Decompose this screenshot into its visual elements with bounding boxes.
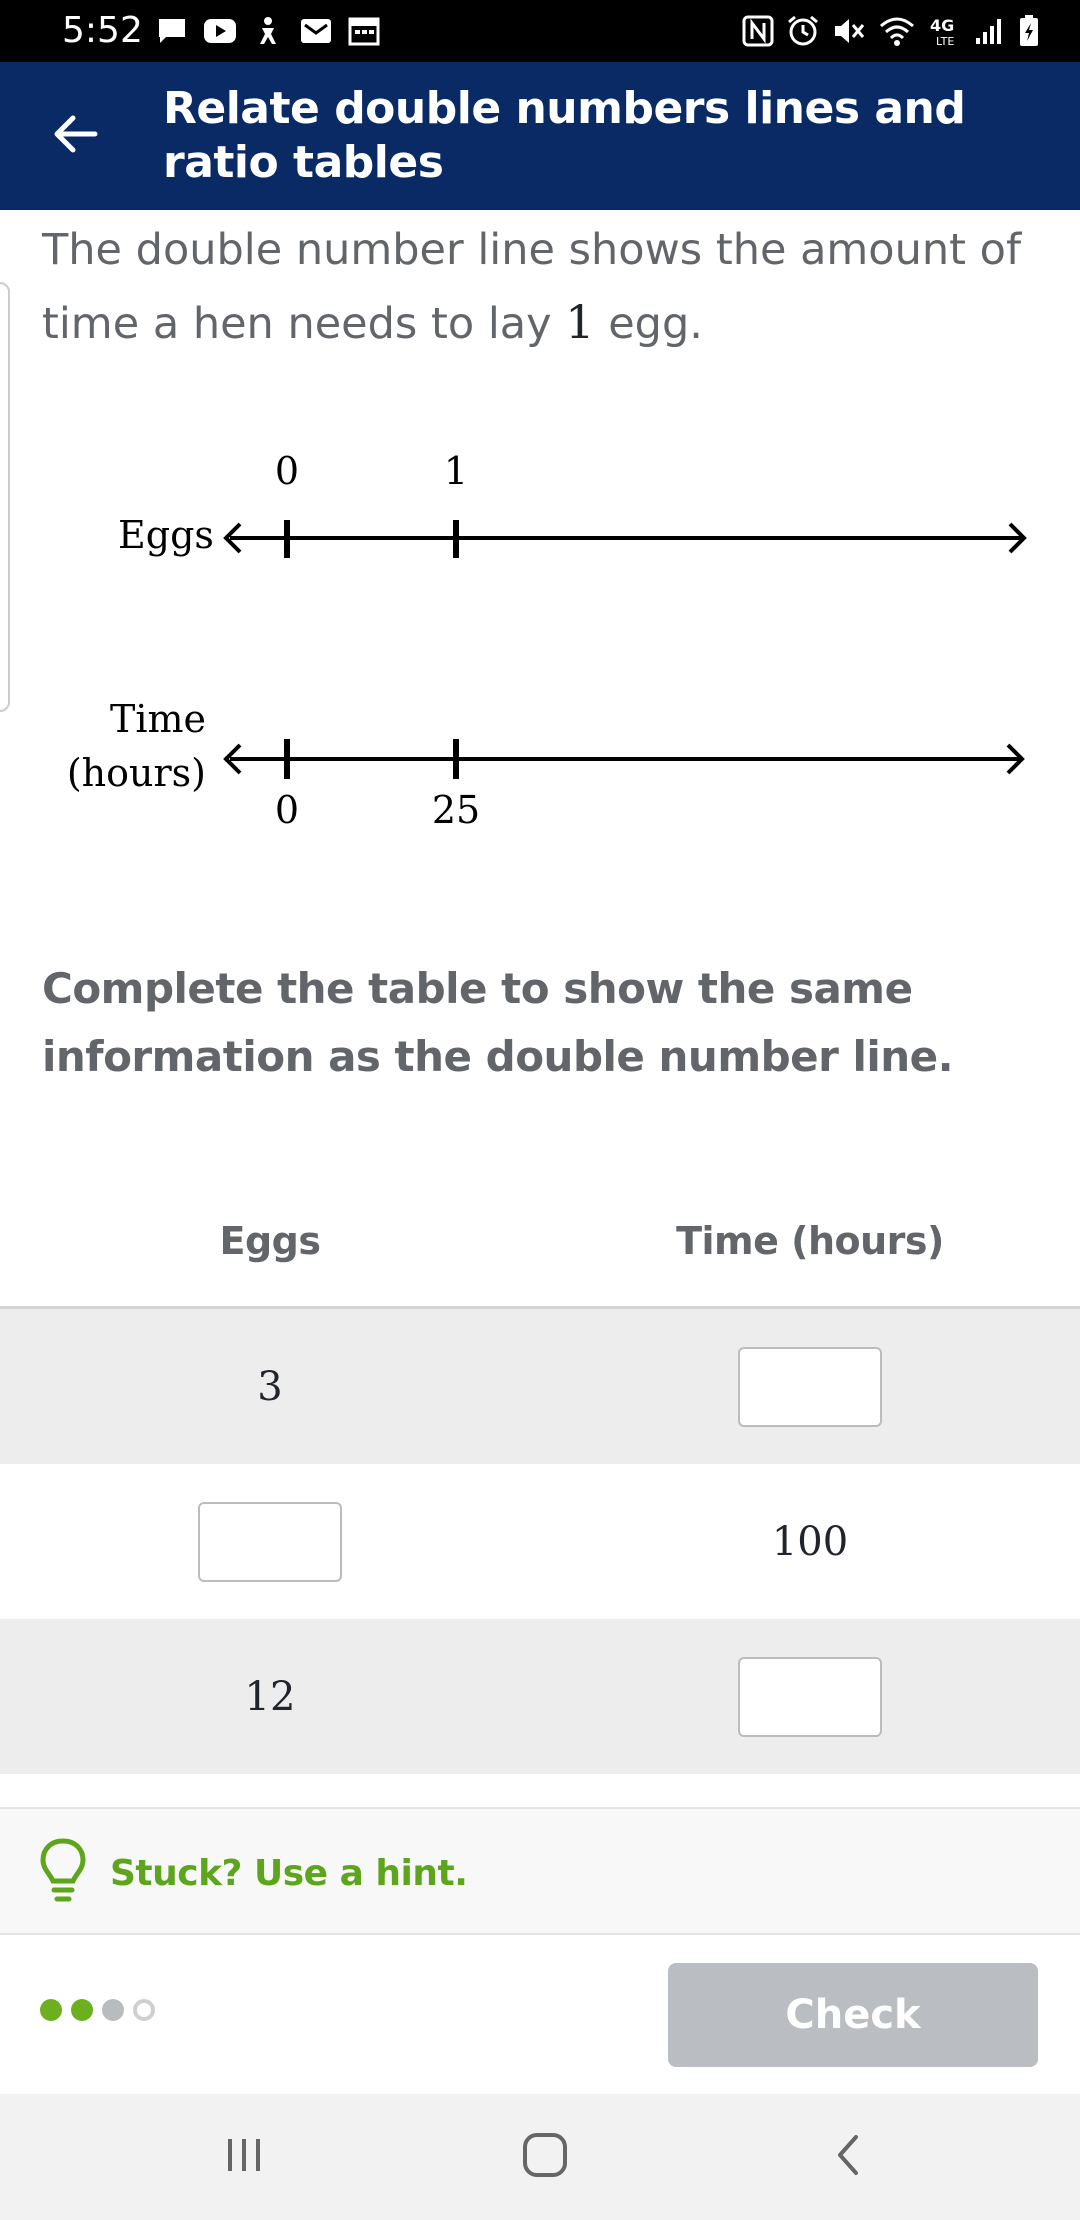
system-navigation-bar bbox=[0, 2094, 1080, 2220]
table-header: Eggs Time (hours) bbox=[0, 1175, 1080, 1309]
answer-input-eggs-row2[interactable] bbox=[198, 1501, 342, 1582]
wifi-icon bbox=[878, 15, 916, 52]
app-header: Relate double numbers lines and ratio ta… bbox=[0, 62, 1080, 210]
hint-bar[interactable]: Stuck? Use a hint. bbox=[0, 1807, 1080, 1935]
cell-time bbox=[540, 1309, 1080, 1464]
accessibility-icon bbox=[251, 16, 285, 46]
calendar-icon bbox=[347, 16, 381, 46]
progress-dot-completed bbox=[71, 1999, 93, 2021]
progress-dot-completed bbox=[40, 1999, 62, 2021]
table-row: 100 bbox=[0, 1464, 1080, 1619]
home-button[interactable] bbox=[505, 2124, 585, 2190]
eggs-line-label: Eggs bbox=[118, 513, 214, 557]
status-time: 5:52 bbox=[62, 10, 143, 51]
recent-apps-button[interactable] bbox=[204, 2124, 284, 2190]
progress-dot-pending bbox=[133, 1999, 155, 2021]
question-prompt: Complete the table to show the same info… bbox=[42, 964, 954, 1081]
column-header-eggs: Eggs bbox=[219, 1218, 321, 1263]
time-line-label-unit: (hours) bbox=[67, 751, 206, 795]
cell-eggs: 12 bbox=[244, 1673, 296, 1720]
answer-input-time-row1[interactable] bbox=[738, 1346, 882, 1427]
svg-text:LTE: LTE bbox=[936, 35, 954, 47]
problem-statement: The double number line shows the amount … bbox=[42, 214, 1032, 360]
svg-text:4G: 4G bbox=[930, 16, 954, 35]
status-bar: 5:52 4G LTE bbox=[0, 0, 1080, 62]
cell-eggs bbox=[0, 1464, 540, 1619]
battery-icon bbox=[1018, 14, 1040, 53]
network-4g-lte-icon: 4G LTE bbox=[928, 15, 962, 52]
back-button[interactable] bbox=[40, 106, 110, 166]
hint-link[interactable]: Stuck? Use a hint. bbox=[110, 1853, 468, 1894]
nfc-icon bbox=[742, 15, 774, 52]
ratio-table: Eggs Time (hours) 3 100 12 bbox=[0, 1175, 1080, 1774]
double-number-line: Eggs 0 1 Time (hours) 0 25 bbox=[67, 449, 1027, 832]
system-back-button[interactable] bbox=[808, 2124, 888, 2190]
time-number-line: Time (hours) 0 25 bbox=[67, 697, 1025, 832]
answer-input-time-row3[interactable] bbox=[738, 1656, 882, 1737]
cell-eggs: 3 bbox=[257, 1363, 283, 1410]
youtube-icon bbox=[203, 16, 237, 46]
time-tick-label-0: 0 bbox=[275, 788, 299, 832]
cell-time: 100 bbox=[771, 1518, 849, 1565]
cell-time bbox=[540, 1619, 1080, 1774]
email-icon bbox=[299, 16, 333, 46]
time-tick-label-1: 25 bbox=[432, 788, 480, 832]
column-header-time: Time (hours) bbox=[676, 1218, 944, 1263]
problem-number: 1 bbox=[565, 295, 595, 349]
recent-apps-icon bbox=[222, 2133, 266, 2182]
table-row: 3 bbox=[0, 1309, 1080, 1464]
alarm-icon bbox=[786, 14, 820, 53]
mute-icon bbox=[832, 15, 866, 52]
home-icon bbox=[521, 2131, 569, 2184]
time-line-label: Time bbox=[110, 697, 206, 741]
eggs-number-line: Eggs 0 1 bbox=[118, 449, 1027, 558]
table-row: 12 bbox=[0, 1619, 1080, 1774]
problem-text-before: The double number line shows the amount … bbox=[42, 225, 1022, 349]
check-button[interactable]: Check bbox=[668, 1963, 1038, 2067]
progress-dot-current bbox=[102, 1999, 124, 2021]
problem-text-after: egg. bbox=[594, 299, 703, 349]
eggs-tick-label-1: 1 bbox=[444, 449, 468, 493]
eggs-tick-label-0: 0 bbox=[275, 449, 299, 493]
back-icon bbox=[828, 2131, 868, 2184]
notification-icons bbox=[155, 16, 381, 46]
progress-dots bbox=[40, 1999, 155, 2021]
signal-icon bbox=[974, 16, 1006, 51]
lightbulb-icon bbox=[38, 1837, 88, 1912]
system-icons: 4G LTE bbox=[742, 14, 1040, 53]
arrow-left-icon bbox=[51, 114, 99, 159]
page-title: Relate double numbers lines and ratio ta… bbox=[163, 83, 966, 188]
message-icon bbox=[155, 16, 189, 46]
